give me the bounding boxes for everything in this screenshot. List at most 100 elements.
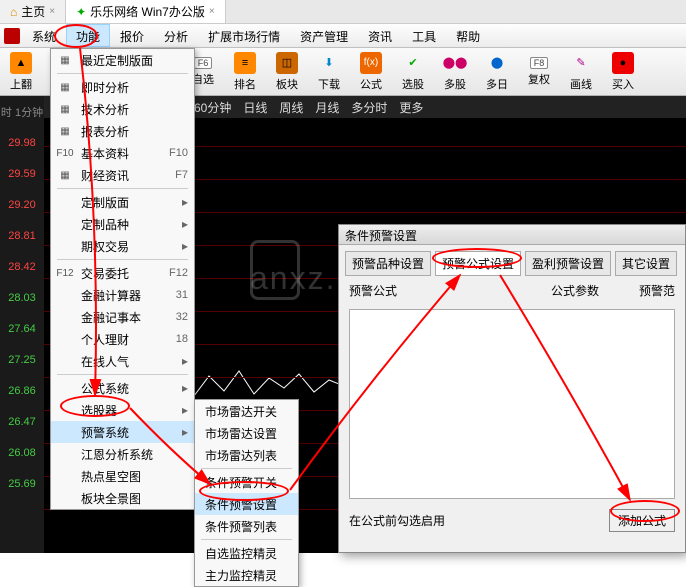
menu-item[interactable]: 金融计算器31 bbox=[51, 284, 194, 306]
menu-item[interactable]: 预警系统▸ bbox=[51, 421, 194, 443]
tool-rank[interactable]: ≡排名 bbox=[224, 48, 266, 95]
tf-60m[interactable]: 60分钟 bbox=[194, 99, 231, 116]
dlg-tab-2[interactable]: 盈利预警设置 bbox=[525, 251, 611, 276]
menu-item[interactable]: 定制版面 ▸ bbox=[51, 191, 194, 213]
chevron-right-icon: ▸ bbox=[182, 403, 188, 417]
dlg-tab-3[interactable]: 其它设置 bbox=[615, 251, 677, 276]
chevron-right-icon: ▸ bbox=[182, 239, 188, 253]
submenu-item[interactable]: 主力监控精灵 bbox=[195, 564, 298, 586]
menu-label: 财经资讯 bbox=[81, 167, 129, 184]
tf-month[interactable]: 月线 bbox=[315, 99, 339, 116]
shortcut: 31 bbox=[176, 289, 188, 301]
menu-label: 江恩分析系统 bbox=[81, 446, 153, 463]
menu-item[interactable]: ▦财经资讯F7 bbox=[51, 164, 194, 186]
time-label: 时 bbox=[1, 104, 12, 120]
menu-system[interactable]: 系统 bbox=[22, 24, 66, 47]
tab-app[interactable]: ✦ 乐乐网络 Win7办公版 × bbox=[66, 0, 226, 23]
close-icon[interactable]: × bbox=[209, 6, 215, 17]
tf-week[interactable]: 周线 bbox=[279, 99, 303, 116]
menu-label: 技术分析 bbox=[81, 101, 129, 118]
menu-item[interactable]: 个人理财18 bbox=[51, 328, 194, 350]
menu-asset[interactable]: 资产管理 bbox=[290, 24, 358, 47]
tf-multi[interactable]: 多分时 bbox=[351, 99, 387, 116]
menu-label: 即时分析 bbox=[81, 79, 129, 96]
menu-item[interactable]: F10基本资料F10 bbox=[51, 142, 194, 164]
page-tabs: ⌂ 主页 × ✦ 乐乐网络 Win7办公版 × bbox=[0, 0, 686, 24]
submenu-item[interactable]: 自选监控精灵 bbox=[195, 542, 298, 564]
tool-multi[interactable]: ⬤⬤多股 bbox=[434, 48, 476, 95]
tf-day[interactable]: 日线 bbox=[243, 99, 267, 116]
menu-label: 期权交易 bbox=[81, 238, 129, 255]
F12-icon: F12 bbox=[57, 265, 73, 281]
tool-draw[interactable]: ✎画线 bbox=[560, 48, 602, 95]
menu-quote[interactable]: 报价 bbox=[110, 24, 154, 47]
tool-formula[interactable]: f(x)公式 bbox=[350, 48, 392, 95]
price-value: 29.20 bbox=[0, 189, 44, 220]
price-value: 28.03 bbox=[0, 282, 44, 313]
leaf-icon: ✦ bbox=[76, 5, 86, 19]
dialog-tabs: 预警品种设置 预警公式设置 盈利预警设置 其它设置 bbox=[339, 245, 685, 276]
menu-item[interactable]: 选股器▸ bbox=[51, 399, 194, 421]
menu-item[interactable]: ▦报表分析 bbox=[51, 120, 194, 142]
menu-tools[interactable]: 工具 bbox=[402, 24, 446, 47]
tool-multiday[interactable]: ⬤多日 bbox=[476, 48, 518, 95]
menu-label: 定制版面 bbox=[81, 194, 129, 211]
tool-buy[interactable]: ●买入 bbox=[602, 48, 644, 95]
submenu-item[interactable]: 市场雷达开关 bbox=[195, 400, 298, 422]
menu-item[interactable]: 江恩分析系统 bbox=[51, 443, 194, 465]
price-value: 27.64 bbox=[0, 313, 44, 344]
submenu-item[interactable]: 条件预警开关 bbox=[195, 471, 298, 493]
submenu-item[interactable]: 条件预警设置 bbox=[195, 493, 298, 515]
chevron-right-icon: ▸ bbox=[182, 195, 188, 209]
menu-item[interactable]: 定制品种▸ bbox=[51, 213, 194, 235]
price-value: 25.69 bbox=[0, 468, 44, 499]
add-formula-button[interactable]: 添加公式 bbox=[609, 509, 675, 532]
menu-news[interactable]: 资讯 bbox=[358, 24, 402, 47]
tool-label: 画线 bbox=[570, 76, 592, 92]
tab-home[interactable]: ⌂ 主页 × bbox=[0, 0, 66, 23]
menu-label: 预警系统 bbox=[81, 424, 129, 441]
menu-label: 公式系统 bbox=[81, 380, 129, 397]
close-icon[interactable]: × bbox=[49, 6, 55, 17]
dialog-bottom: 在公式前勾选启用 添加公式 bbox=[339, 503, 685, 538]
menu-item[interactable]: 热点星空图 bbox=[51, 465, 194, 487]
menu-analysis[interactable]: 分析 bbox=[154, 24, 198, 47]
menu-item[interactable]: 金融记事本32 bbox=[51, 306, 194, 328]
tool-download[interactable]: ⬇下载 bbox=[308, 48, 350, 95]
tool-adjust[interactable]: F8复权 bbox=[518, 48, 560, 95]
chart-icon: ▦ bbox=[57, 79, 73, 95]
tool-label: 公式 bbox=[360, 76, 382, 92]
menu-item[interactable]: ▦ 技术分析 bbox=[51, 98, 194, 120]
menu-item[interactable]: F12交易委托F12 bbox=[51, 262, 194, 284]
menu-label: 基本资料 bbox=[81, 145, 129, 162]
menu-item[interactable]: ▦最近定制版面 bbox=[51, 49, 194, 71]
dlg-tab-1[interactable]: 预警公式设置 bbox=[435, 251, 521, 276]
tool-label: 下载 bbox=[318, 76, 340, 92]
submenu-item[interactable]: 条件预警列表 bbox=[195, 515, 298, 537]
col-header: 预警范 bbox=[639, 282, 675, 299]
doc-icon: ▦ bbox=[57, 52, 73, 68]
tool-block[interactable]: ◫板块 bbox=[266, 48, 308, 95]
menu-function[interactable]: 功能 bbox=[66, 24, 110, 47]
dlg-tab-0[interactable]: 预警品种设置 bbox=[345, 251, 431, 276]
menu-item[interactable]: 公式系统▸ bbox=[51, 377, 194, 399]
price-value: 26.08 bbox=[0, 437, 44, 468]
tf-more[interactable]: 更多 bbox=[399, 99, 423, 116]
menu-extend[interactable]: 扩展市场行情 bbox=[198, 24, 290, 47]
chart-icon: ▦ bbox=[57, 101, 73, 117]
submenu-item[interactable]: 市场雷达设置 bbox=[195, 422, 298, 444]
formula-list[interactable] bbox=[349, 309, 675, 499]
tool-label: 上翻 bbox=[10, 76, 32, 92]
menu-help[interactable]: 帮助 bbox=[446, 24, 490, 47]
menu-item[interactable]: 期权交易 ▸ bbox=[51, 235, 194, 257]
submenu-item[interactable]: 市场雷达列表 bbox=[195, 444, 298, 466]
doc-icon: ▦ bbox=[57, 167, 73, 183]
menu-item[interactable]: 板块全景图 bbox=[51, 487, 194, 509]
shortcut: 32 bbox=[176, 311, 188, 323]
tool-select[interactable]: ✔选股 bbox=[392, 48, 434, 95]
tool-up[interactable]: ▲上翻 bbox=[0, 48, 42, 95]
tab-label: 乐乐网络 Win7办公版 bbox=[90, 3, 205, 20]
menu-item[interactable]: 在线人气▸ bbox=[51, 350, 194, 372]
tool-label: 买入 bbox=[612, 76, 634, 92]
menu-item[interactable]: ▦ 即时分析 bbox=[51, 76, 194, 98]
